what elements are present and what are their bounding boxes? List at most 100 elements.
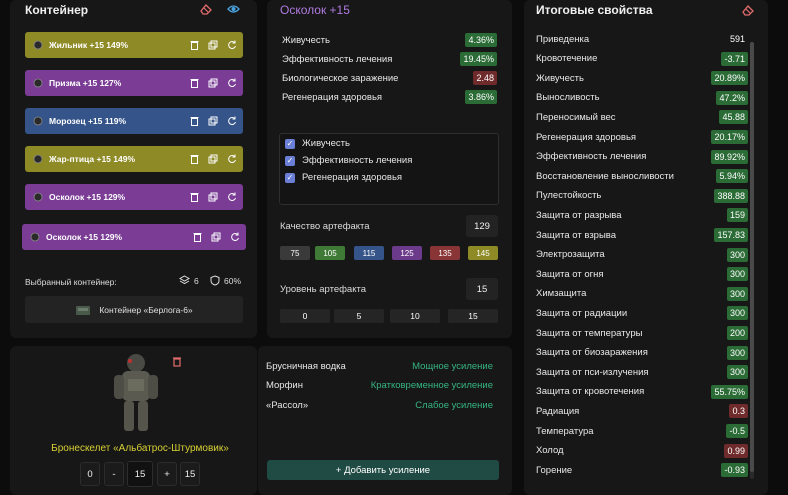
copy-icon[interactable]	[208, 77, 218, 88]
total-stat-row: Температура -0.5	[536, 424, 748, 438]
level-option-button[interactable]: 15	[448, 309, 498, 323]
total-stat-row: Защита от температуры 200	[536, 326, 748, 340]
boost-row[interactable]: Брусничная водка Мощное усиление	[266, 361, 493, 372]
stat-filter-checkbox[interactable]: ✓ Регенерация здоровья	[285, 172, 402, 183]
total-stat-name: Химзащита	[536, 288, 587, 300]
artifact-shard-icon	[30, 232, 40, 242]
quality-option-button[interactable]: 135	[430, 246, 460, 260]
copy-icon[interactable]	[208, 191, 218, 202]
refresh-icon[interactable]	[227, 39, 237, 50]
add-boost-button[interactable]: + Добавить усиление	[267, 460, 499, 480]
refresh-icon[interactable]	[227, 77, 237, 88]
container-item-actions	[189, 77, 237, 88]
boost-name: Морфин	[266, 380, 303, 391]
total-stat-value: 159	[726, 208, 748, 223]
level-option-button[interactable]: 0	[280, 309, 330, 323]
total-stat-row: Эффективность лечения 89.92%	[536, 149, 748, 164]
trash-icon[interactable]	[189, 153, 199, 164]
total-stat-row: Приведенка 591	[536, 32, 748, 46]
quality-option-button[interactable]: 145	[468, 246, 498, 260]
total-stat-name: Защита от огня	[536, 268, 604, 280]
total-stat-value: 300	[726, 365, 748, 380]
container-item[interactable]: Осколок +15 129%	[22, 224, 246, 250]
totals-scrollbar[interactable]	[750, 42, 754, 479]
container-item[interactable]: Осколок +15 129%	[25, 184, 243, 210]
total-stat-row: Радиация 0.3	[536, 404, 748, 419]
level-min-button[interactable]: 0	[80, 462, 100, 486]
level-value[interactable]: 15	[466, 278, 498, 300]
container-icon	[76, 305, 91, 315]
container-item-label: Осколок +15 129%	[46, 232, 123, 242]
total-stat-row: Кровотечение -3.71	[536, 51, 748, 66]
slots-count: 6	[194, 275, 199, 286]
boost-strength: Кратковременное усиление	[370, 380, 493, 391]
artifact-shard-icon	[33, 192, 43, 202]
total-stat-name: Защита от разрыва	[536, 209, 622, 221]
boost-strength: Мощное усиление	[412, 361, 493, 372]
quality-option-button[interactable]: 75	[280, 246, 310, 260]
container-item[interactable]: Морозец +15 119%	[25, 108, 243, 134]
container-item-label: Морозец +15 119%	[49, 116, 127, 126]
container-item-actions	[189, 191, 237, 202]
trash-icon[interactable]	[189, 39, 199, 50]
artifact-stat-value: 3.86%	[465, 90, 497, 104]
quality-option-button[interactable]: 125	[392, 246, 422, 260]
trash-icon[interactable]	[189, 115, 199, 126]
copy-icon[interactable]	[208, 39, 218, 50]
stat-filter-checkbox[interactable]: ✓ Живучесть	[285, 138, 350, 149]
total-stat-row: Химзащита 300	[536, 286, 748, 301]
trash-icon[interactable]	[192, 231, 202, 242]
selected-container-button[interactable]: Контейнер «Берлога-6»	[25, 296, 243, 323]
delete-suit-icon[interactable]	[170, 354, 184, 368]
artifact-stat-value: 19.45%	[460, 52, 497, 66]
total-stat-value: 20.17%	[711, 130, 748, 144]
container-item-label: Жар-птица +15 149%	[49, 154, 135, 164]
slots-indicator: 6	[179, 275, 199, 286]
checkmark-icon[interactable]: ✓	[285, 138, 295, 149]
level-max-button[interactable]: 15	[180, 462, 200, 486]
quality-label: Качество артефакта	[280, 221, 370, 232]
level-plus-button[interactable]: +	[157, 462, 177, 486]
total-stat-name: Выносливость	[536, 92, 600, 104]
total-stat-name: Температура	[536, 425, 594, 437]
quality-option-button[interactable]: 115	[354, 246, 384, 260]
level-option-button[interactable]: 5	[334, 309, 384, 323]
suit-level-input[interactable]: 15	[127, 461, 153, 487]
total-stat-row: Регенерация здоровья 20.17%	[536, 130, 748, 144]
artifact-stat-name: Биологическое заражение	[282, 72, 399, 84]
total-stat-value: 300	[726, 345, 748, 360]
eraser-icon[interactable]	[199, 2, 213, 16]
stat-filter-label: Эффективность лечения	[302, 155, 413, 166]
refresh-icon[interactable]	[227, 153, 237, 164]
refresh-icon[interactable]	[227, 115, 237, 126]
total-stat-name: Эффективность лечения	[536, 151, 647, 163]
boost-row[interactable]: «Рассол» Слабое усиление	[266, 400, 493, 411]
checkmark-icon[interactable]: ✓	[285, 155, 295, 166]
copy-icon[interactable]	[211, 231, 221, 242]
checkmark-icon[interactable]: ✓	[285, 172, 295, 183]
container-item[interactable]: Призма +15 127%	[25, 70, 243, 96]
container-item[interactable]: Жильник +15 149%	[25, 32, 243, 58]
level-minus-button[interactable]: -	[104, 462, 124, 486]
container-item[interactable]: Жар-птица +15 149%	[25, 146, 243, 172]
trash-icon[interactable]	[189, 191, 199, 202]
total-stat-value: 300	[726, 267, 748, 282]
level-option-button[interactable]: 10	[390, 309, 440, 323]
quality-option-button[interactable]: 105	[315, 246, 345, 260]
boost-name: Брусничная водка	[266, 361, 346, 372]
stat-filter-label: Живучесть	[302, 138, 350, 149]
boost-row[interactable]: Морфин Кратковременное усиление	[266, 380, 493, 391]
refresh-icon[interactable]	[230, 231, 240, 242]
stat-filter-checkbox[interactable]: ✓ Эффективность лечения	[285, 155, 412, 166]
quality-value[interactable]: 129	[466, 215, 498, 237]
refresh-icon[interactable]	[227, 191, 237, 202]
trash-icon[interactable]	[189, 77, 199, 88]
copy-icon[interactable]	[208, 153, 218, 164]
eye-icon[interactable]	[226, 2, 240, 16]
selected-container-name: Контейнер «Берлога-6»	[99, 304, 193, 315]
totals-scroll-thumb[interactable]	[750, 42, 754, 472]
copy-icon[interactable]	[208, 115, 218, 126]
total-stat-row: Защита от огня 300	[536, 267, 748, 282]
totals-eraser-icon[interactable]	[741, 3, 755, 17]
container-item-label: Жильник +15 149%	[49, 40, 129, 50]
